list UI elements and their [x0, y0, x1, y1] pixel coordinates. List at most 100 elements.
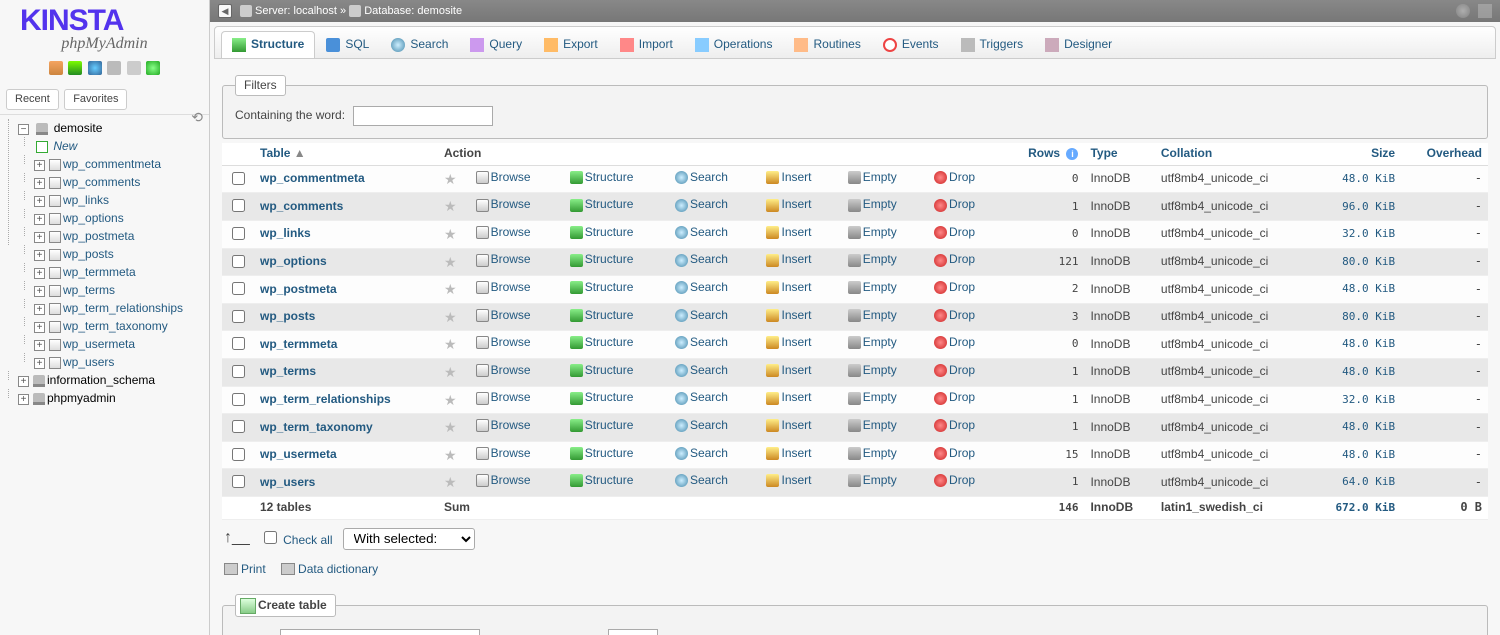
search-link[interactable]: Search: [675, 390, 728, 406]
insert-link[interactable]: Insert: [766, 197, 811, 213]
table-name-link[interactable]: wp_postmeta: [260, 282, 337, 296]
docs-icon[interactable]: [88, 61, 102, 75]
structure-link[interactable]: Structure: [570, 418, 634, 434]
col-size[interactable]: Size: [1371, 146, 1395, 160]
row-size[interactable]: 32.0 KiB: [1342, 393, 1395, 406]
favorite-star-icon[interactable]: ★: [444, 474, 457, 490]
scroll-top-icon[interactable]: [1478, 4, 1492, 18]
col-type[interactable]: Type: [1090, 146, 1117, 160]
empty-link[interactable]: Empty: [848, 197, 897, 213]
row-checkbox[interactable]: [232, 393, 245, 406]
drop-link[interactable]: Drop: [934, 225, 975, 241]
tree-table-link[interactable]: wp_options: [63, 211, 124, 225]
check-all[interactable]: Check all: [260, 528, 333, 549]
table-name-link[interactable]: wp_termmeta: [260, 337, 337, 351]
favorite-star-icon[interactable]: ★: [444, 336, 457, 352]
tab-import[interactable]: Import: [609, 31, 684, 58]
search-link[interactable]: Search: [675, 197, 728, 213]
tree-toggle[interactable]: +: [18, 394, 29, 405]
favorite-star-icon[interactable]: ★: [444, 419, 457, 435]
table-name-link[interactable]: wp_users: [260, 475, 315, 489]
tab-search[interactable]: Search: [380, 31, 459, 58]
drop-link[interactable]: Drop: [934, 418, 975, 434]
browse-link[interactable]: Browse: [476, 280, 531, 296]
create-cols-input[interactable]: [608, 629, 658, 635]
tree-toggle[interactable]: +: [34, 250, 45, 261]
favorite-star-icon[interactable]: ★: [444, 198, 457, 214]
search-link[interactable]: Search: [675, 418, 728, 434]
row-checkbox[interactable]: [232, 227, 245, 240]
tab-operations[interactable]: Operations: [684, 31, 784, 58]
row-size[interactable]: 48.0 KiB: [1342, 365, 1395, 378]
tree-table-link[interactable]: wp_comments: [63, 175, 140, 189]
empty-link[interactable]: Empty: [848, 225, 897, 241]
home-icon[interactable]: [49, 61, 63, 75]
tab-structure[interactable]: Structure: [221, 31, 315, 58]
tree-toggle[interactable]: +: [18, 376, 29, 387]
data-dictionary-link[interactable]: Data dictionary: [281, 562, 378, 578]
tree-db-link[interactable]: phpmyadmin: [47, 391, 116, 405]
drop-link[interactable]: Drop: [934, 308, 975, 324]
tree-table-link[interactable]: wp_links: [63, 193, 109, 207]
breadcrumb-server[interactable]: Server: localhost: [255, 4, 337, 18]
tab-sql[interactable]: SQL: [315, 31, 380, 58]
structure-link[interactable]: Structure: [570, 446, 634, 462]
row-size[interactable]: 80.0 KiB: [1342, 310, 1395, 323]
breadcrumb-db[interactable]: Database: demosite: [364, 4, 462, 18]
tree-table-link[interactable]: wp_usermeta: [63, 337, 135, 351]
table-name-link[interactable]: wp_usermeta: [260, 447, 337, 461]
structure-link[interactable]: Structure: [570, 170, 634, 186]
row-checkbox[interactable]: [232, 172, 245, 185]
tree-table-link[interactable]: wp_postmeta: [63, 229, 134, 243]
drop-link[interactable]: Drop: [934, 197, 975, 213]
insert-link[interactable]: Insert: [766, 363, 811, 379]
tree-toggle[interactable]: +: [34, 340, 45, 351]
structure-link[interactable]: Structure: [570, 252, 634, 268]
row-checkbox[interactable]: [232, 310, 245, 323]
tab-routines[interactable]: Routines: [783, 31, 871, 58]
row-checkbox[interactable]: [232, 365, 245, 378]
favorite-star-icon[interactable]: ★: [444, 254, 457, 270]
insert-link[interactable]: Insert: [766, 335, 811, 351]
favorite-star-icon[interactable]: ★: [444, 309, 457, 325]
table-name-link[interactable]: wp_term_relationships: [260, 392, 391, 406]
browse-link[interactable]: Browse: [476, 335, 531, 351]
tree-table-link[interactable]: wp_terms: [63, 283, 115, 297]
row-size[interactable]: 96.0 KiB: [1342, 200, 1395, 213]
row-checkbox[interactable]: [232, 199, 245, 212]
favorite-star-icon[interactable]: ★: [444, 281, 457, 297]
insert-link[interactable]: Insert: [766, 473, 811, 489]
tree-db-current[interactable]: demosite: [54, 121, 103, 135]
tab-triggers[interactable]: Triggers: [950, 31, 1035, 58]
structure-link[interactable]: Structure: [570, 390, 634, 406]
search-link[interactable]: Search: [675, 280, 728, 296]
row-size[interactable]: 32.0 KiB: [1342, 227, 1395, 240]
browse-link[interactable]: Browse: [476, 390, 531, 406]
search-link[interactable]: Search: [675, 335, 728, 351]
structure-link[interactable]: Structure: [570, 280, 634, 296]
structure-link[interactable]: Structure: [570, 225, 634, 241]
tree-new-table[interactable]: New: [53, 139, 77, 153]
row-size[interactable]: 48.0 KiB: [1342, 282, 1395, 295]
row-checkbox[interactable]: [232, 420, 245, 433]
tree-table-link[interactable]: wp_term_taxonomy: [63, 319, 168, 333]
reload-icon[interactable]: [146, 61, 160, 75]
browse-link[interactable]: Browse: [476, 225, 531, 241]
tree-table-link[interactable]: wp_commentmeta: [63, 157, 161, 171]
table-name-link[interactable]: wp_terms: [260, 364, 316, 378]
browse-link[interactable]: Browse: [476, 473, 531, 489]
browse-link[interactable]: Browse: [476, 418, 531, 434]
tree-table-link[interactable]: wp_posts: [63, 247, 114, 261]
tree-toggle[interactable]: −: [18, 124, 29, 135]
browse-link[interactable]: Browse: [476, 252, 531, 268]
empty-link[interactable]: Empty: [848, 252, 897, 268]
row-checkbox[interactable]: [232, 282, 245, 295]
col-table[interactable]: Table: [260, 146, 290, 160]
col-overhead[interactable]: Overhead: [1427, 146, 1482, 160]
col-collation[interactable]: Collation: [1161, 146, 1212, 160]
drop-link[interactable]: Drop: [934, 280, 975, 296]
search-link[interactable]: Search: [675, 473, 728, 489]
row-size[interactable]: 48.0 KiB: [1342, 172, 1395, 185]
table-name-link[interactable]: wp_options: [260, 254, 327, 268]
row-checkbox[interactable]: [232, 337, 245, 350]
